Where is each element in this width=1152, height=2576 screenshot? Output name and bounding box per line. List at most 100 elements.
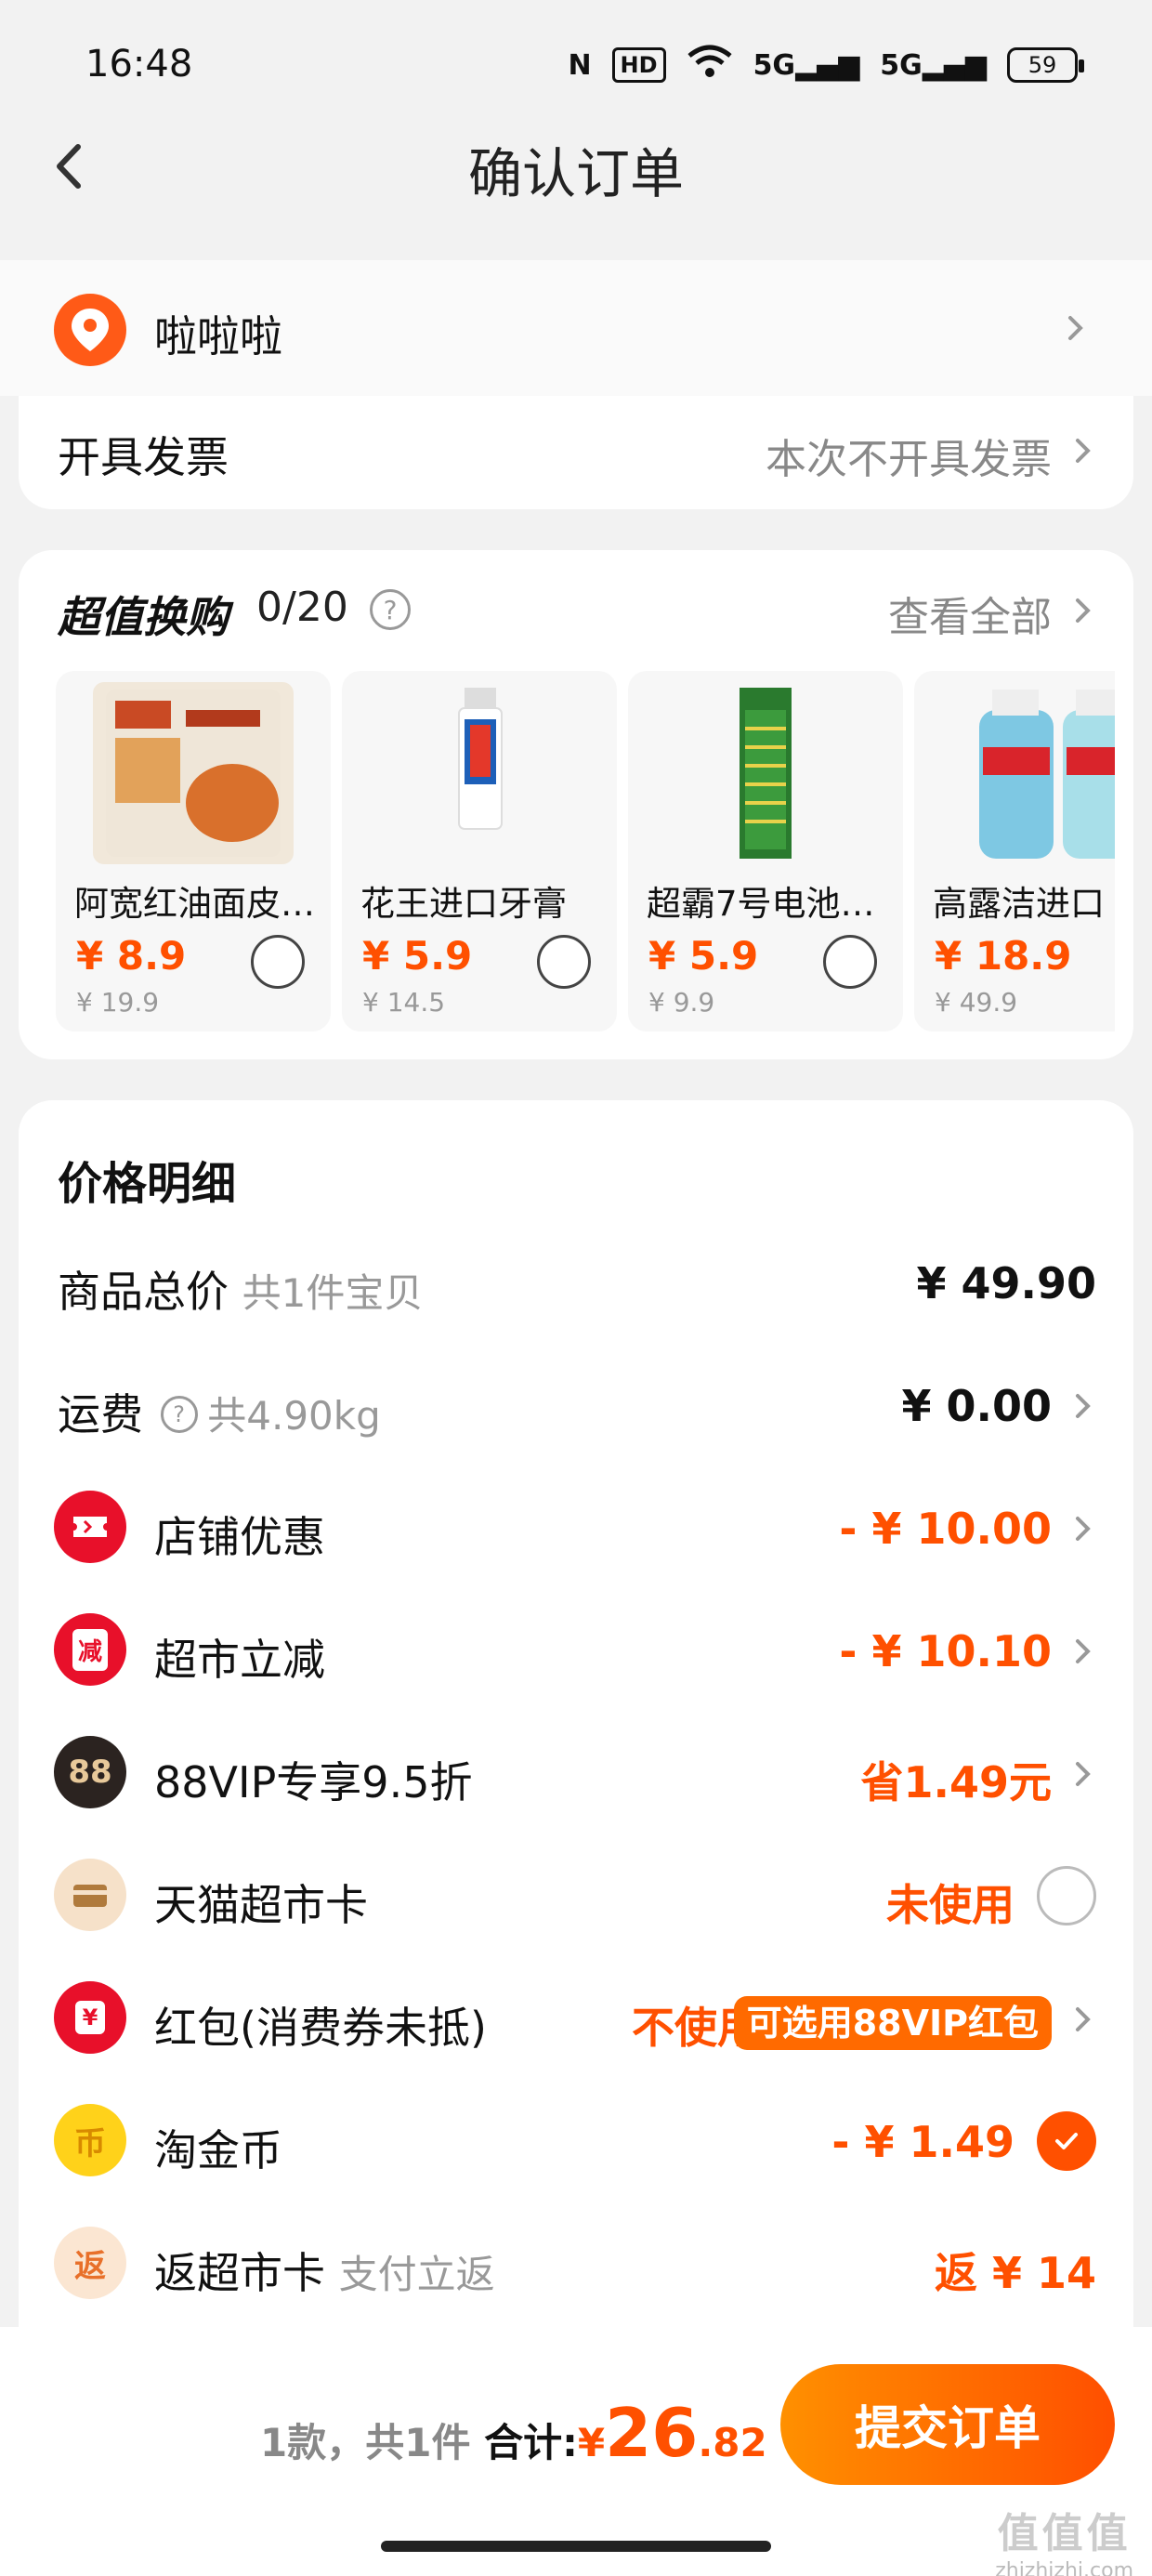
chevron-right-icon bbox=[1068, 1515, 1096, 1543]
signal-5g-icon-2: 5G▂▄▆ bbox=[880, 48, 987, 82]
swap-title: 超值换购 bbox=[58, 592, 229, 642]
product-price: ¥ 18.9 bbox=[935, 933, 1072, 979]
checkmark-icon[interactable] bbox=[1037, 2111, 1096, 2171]
total-label: 合计: bbox=[484, 2420, 578, 2465]
product-image bbox=[665, 682, 866, 864]
row-88vip[interactable]: 88 88VIP专享9.5折 省1.49元 bbox=[19, 1714, 1133, 1836]
product-select-radio[interactable] bbox=[823, 935, 877, 989]
row-label: 运费 ? 共4.90kg bbox=[58, 1389, 381, 1439]
help-icon[interactable]: ? bbox=[160, 1395, 198, 1433]
row-value: 未使用 bbox=[886, 1880, 1015, 1930]
row-shipping[interactable]: 运费 ? 共4.90kg ¥ 0.00 bbox=[19, 1346, 1133, 1468]
tmall-card-radio[interactable] bbox=[1037, 1866, 1096, 1925]
item-count: 1款，共1件 bbox=[260, 2420, 471, 2465]
chevron-right-icon bbox=[1068, 1760, 1096, 1788]
swap-purchase-card: 超值换购 0/20 ? 查看全部 阿宽红油面皮… ¥ 8.9 ¥ 19.9 花王… bbox=[19, 550, 1133, 1059]
home-indicator[interactable] bbox=[381, 2541, 771, 2552]
product-price: ¥ 8.9 bbox=[76, 933, 187, 979]
status-icons: N HD 5G▂▄▆ 5G▂▄▆ 59 bbox=[568, 43, 1084, 87]
row-label: 淘金币 bbox=[154, 2125, 282, 2175]
nav-bar: 确认订单 bbox=[0, 121, 1152, 214]
row-value: - ¥ 10.10 bbox=[839, 1626, 1052, 1676]
product-card[interactable]: 花王进口牙膏 ¥ 5.9 ¥ 14.5 bbox=[342, 671, 617, 1032]
row-taobao-coin[interactable]: 币 淘金币 - ¥ 1.49 bbox=[19, 2082, 1133, 2204]
row-value: ¥ 0.00 bbox=[901, 1381, 1052, 1431]
product-name: 高露洁进口 bbox=[933, 884, 1105, 924]
address-row[interactable]: 啦啦啦 bbox=[0, 260, 1152, 396]
signal-5g-icon-1: 5G▂▄▆ bbox=[753, 48, 860, 82]
chevron-right-icon bbox=[1068, 2005, 1096, 2033]
row-value: ¥ 49.90 bbox=[916, 1258, 1096, 1308]
product-name: 阿宽红油面皮… bbox=[74, 884, 315, 924]
row-label: 超市立减 bbox=[154, 1635, 325, 1685]
page-title: 确认订单 bbox=[467, 142, 684, 205]
product-original-price: ¥ 49.9 bbox=[935, 987, 1018, 1018]
hd-icon: HD bbox=[611, 47, 666, 83]
product-name: 花王进口牙膏 bbox=[360, 884, 567, 924]
red-packet-icon: ¥ bbox=[54, 1981, 126, 2054]
row-tmall-card[interactable]: 天猫超市卡 未使用 bbox=[19, 1836, 1133, 1959]
product-select-radio[interactable] bbox=[251, 935, 305, 989]
row-supermarket-reduction[interactable]: 减 超市立减 - ¥ 10.10 bbox=[19, 1591, 1133, 1714]
location-pin-icon bbox=[54, 294, 126, 366]
row-label: 返超市卡 支付立返 bbox=[154, 2248, 495, 2298]
chevron-right-icon bbox=[1068, 1637, 1096, 1665]
row-label: 88VIP专享9.5折 bbox=[154, 1757, 473, 1807]
row-red-packet[interactable]: ¥ 红包(消费券未抵) 不使用 可选用88VIP红包 bbox=[19, 1959, 1133, 2082]
product-price: ¥ 5.9 bbox=[362, 933, 473, 979]
status-bar: 16:48 N HD 5G▂▄▆ 5G▂▄▆ 59 bbox=[0, 0, 1152, 130]
status-time: 16:48 bbox=[85, 43, 193, 85]
row-value: - ¥ 1.49 bbox=[831, 2117, 1015, 2167]
row-label: 红包(消费券未抵) bbox=[154, 2003, 487, 2053]
nfc-icon: N bbox=[568, 48, 592, 82]
invoice-label: 开具发票 bbox=[58, 432, 229, 482]
chevron-right-icon bbox=[1068, 1392, 1096, 1420]
checkout-bar: 1款，共1件 合计:¥26.82 提交订单 bbox=[0, 2327, 1152, 2576]
swap-count: 0/20 bbox=[256, 584, 348, 631]
product-original-price: ¥ 19.9 bbox=[76, 987, 160, 1018]
battery-icon: 59 bbox=[1007, 47, 1084, 83]
order-total: 1款，共1件 合计:¥26.82 bbox=[260, 2394, 767, 2472]
row-value: 省1.49元 bbox=[860, 1757, 1053, 1807]
watermark: 值值值 zhizhizhi.com bbox=[995, 2510, 1133, 2576]
product-price: ¥ 5.9 bbox=[648, 933, 759, 979]
row-cashback-card: 返 返超市卡 支付立返 返 ¥ 14 bbox=[19, 2204, 1133, 2327]
product-select-radio[interactable] bbox=[537, 935, 591, 989]
vip-red-packet-badge[interactable]: 可选用88VIP红包 bbox=[733, 1996, 1052, 2050]
product-card[interactable]: 高露洁进口 ¥ 18.9 ¥ 49.9 bbox=[914, 671, 1115, 1032]
invoice-row[interactable]: 开具发票 本次不开具发票 bbox=[19, 396, 1133, 509]
chevron-right-icon bbox=[1068, 437, 1096, 465]
row-value: - ¥ 10.00 bbox=[839, 1504, 1052, 1554]
cashback-icon: 返 bbox=[54, 2227, 126, 2299]
product-image bbox=[379, 682, 580, 864]
row-label: 店铺优惠 bbox=[154, 1512, 325, 1562]
reduction-icon: 减 bbox=[54, 1613, 126, 1686]
chevron-right-icon bbox=[1068, 597, 1096, 624]
product-original-price: ¥ 9.9 bbox=[648, 987, 715, 1018]
invoice-value: 本次不开具发票 bbox=[766, 436, 1052, 483]
coin-icon: 币 bbox=[54, 2104, 126, 2176]
row-label: 商品总价 共1件宝贝 bbox=[58, 1267, 424, 1317]
product-image bbox=[93, 682, 294, 864]
address-name: 啦啦啦 bbox=[154, 311, 282, 361]
row-label: 天猫超市卡 bbox=[154, 1880, 368, 1930]
product-card[interactable]: 超霸7号电池1… ¥ 5.9 ¥ 9.9 bbox=[628, 671, 903, 1032]
product-original-price: ¥ 14.5 bbox=[362, 987, 446, 1018]
help-icon[interactable]: ? bbox=[370, 589, 411, 630]
wifi-icon bbox=[687, 43, 733, 87]
price-details-title: 价格明细 bbox=[58, 1158, 237, 1210]
total-amount: ¥26.82 bbox=[577, 2394, 767, 2472]
ticket-icon bbox=[54, 1491, 126, 1563]
row-value: 返 ¥ 14 bbox=[934, 2248, 1096, 2298]
card-icon bbox=[54, 1859, 126, 1931]
row-store-discount[interactable]: 店铺优惠 - ¥ 10.00 bbox=[19, 1468, 1133, 1591]
product-image bbox=[951, 682, 1115, 864]
vip-88-icon: 88 bbox=[54, 1736, 126, 1808]
view-all-link[interactable]: 查看全部 bbox=[888, 584, 1052, 643]
row-goods-total: 商品总价 共1件宝贝 ¥ 49.90 bbox=[19, 1223, 1133, 1346]
product-card[interactable]: 阿宽红油面皮… ¥ 8.9 ¥ 19.9 bbox=[56, 671, 331, 1032]
product-name: 超霸7号电池1… bbox=[647, 884, 896, 924]
submit-order-button[interactable]: 提交订单 bbox=[780, 2364, 1115, 2485]
product-carousel[interactable]: 阿宽红油面皮… ¥ 8.9 ¥ 19.9 花王进口牙膏 ¥ 5.9 ¥ 14.5… bbox=[56, 671, 1115, 1039]
price-details-card: 价格明细 商品总价 共1件宝贝 ¥ 49.90 运费 ? 共4.90kg ¥ 0… bbox=[19, 1100, 1133, 2346]
